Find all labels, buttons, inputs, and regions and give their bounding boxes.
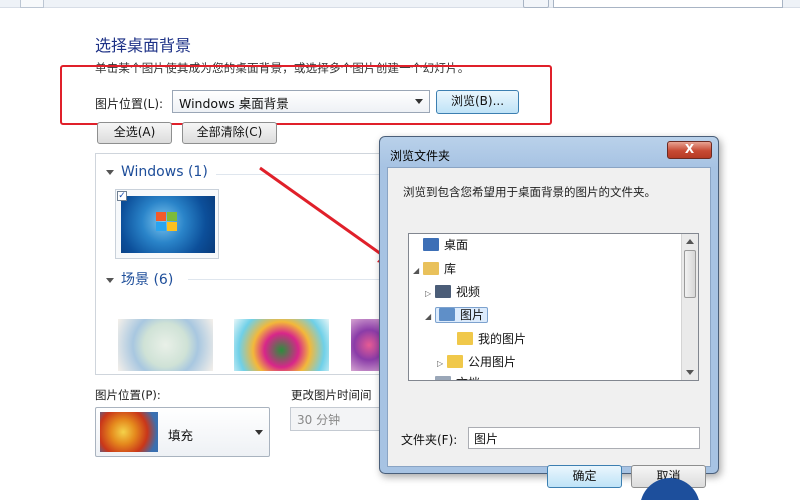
desktop-icon — [423, 238, 439, 251]
scroll-down-icon[interactable] — [686, 370, 694, 375]
tree-item-desktop[interactable]: 桌面 — [413, 235, 468, 255]
library-icon — [423, 262, 439, 275]
group-divider — [188, 279, 396, 280]
tree-item-pictures[interactable]: ◢ 图片 — [425, 305, 489, 327]
dialog-description: 浏览到包含您希望用于桌面背景的图片的文件夹。 — [403, 185, 656, 199]
page-title: 选择桌面背景 — [95, 36, 192, 55]
expanded-icon[interactable]: ◢ — [425, 307, 435, 327]
tree-item-label: 库 — [444, 262, 457, 276]
select-all-button[interactable]: 全选(A) — [97, 122, 172, 144]
interval-select[interactable]: 30 分钟 — [290, 407, 385, 431]
flower-preview-image — [100, 412, 158, 452]
expanded-icon[interactable]: ◢ — [413, 261, 423, 281]
video-icon — [435, 285, 451, 298]
scroll-up-icon[interactable] — [686, 239, 694, 244]
window-nav-back[interactable] — [20, 0, 44, 8]
wallpaper-thumbnail-windows[interactable]: ✓ — [115, 189, 219, 259]
pictures-icon — [439, 308, 455, 321]
tree-item-library[interactable]: ◢ 库 — [413, 259, 456, 279]
picture-position-select[interactable]: 填充 — [95, 407, 270, 457]
windows-wallpaper-image — [121, 196, 215, 253]
tree-item-documents[interactable]: 文档 — [425, 373, 480, 380]
tree-item-label: 视频 — [456, 285, 481, 299]
windows-logo-icon — [156, 212, 178, 232]
tree-item-label: 桌面 — [444, 238, 469, 252]
tree-item-label: 我的图片 — [478, 332, 527, 346]
collapse-icon — [106, 169, 114, 175]
group-header-scenes[interactable]: 场景 (6) — [106, 269, 173, 289]
search-input[interactable] — [553, 0, 783, 8]
thumbnail-checkbox[interactable]: ✓ — [117, 191, 127, 201]
tree-item-video[interactable]: ▷ 视频 — [425, 282, 480, 302]
interval-label: 更改图片时间间 — [291, 388, 372, 402]
group-label: 场景 (6) — [121, 272, 174, 288]
folder-tree[interactable]: 桌面 ◢库 ▷视频 ◢图片 我的图片 ▷公用图片 文档 — [408, 233, 699, 381]
position-label: 图片位置(P): — [95, 388, 161, 402]
wallpaper-thumbnail-scene[interactable] — [234, 319, 329, 371]
tree-item-label: 公用图片 — [468, 355, 517, 369]
clear-all-button[interactable]: 全部清除(C) — [182, 122, 277, 144]
scrollbar-thumb[interactable] — [684, 250, 696, 298]
picture-position-value: 填充 — [168, 428, 194, 443]
collapsed-icon[interactable]: ▷ — [425, 284, 435, 304]
dialog-body: 浏览到包含您希望用于桌面背景的图片的文件夹。 桌面 ◢ 库 ▷ 视频 ◢ 图片 我的图… — [387, 167, 711, 488]
tree-scrollbar[interactable] — [681, 234, 698, 380]
folder-icon — [447, 355, 463, 368]
tree-item-label: 图片 — [460, 308, 485, 322]
group-label: Windows (1) — [121, 164, 208, 180]
chevron-down-icon — [255, 430, 263, 435]
tree-item-my-pictures[interactable]: 我的图片 — [447, 329, 526, 349]
tree-item-label: 文档 — [456, 376, 480, 380]
collapse-icon — [106, 277, 114, 283]
folder-icon — [457, 332, 473, 345]
tree-item-public-pictures[interactable]: ▷ 公用图片 — [437, 352, 516, 372]
folder-input[interactable]: 图片 — [468, 427, 700, 449]
close-button[interactable]: X — [667, 141, 712, 159]
browse-folder-dialog: 浏览文件夹 X 浏览到包含您希望用于桌面背景的图片的文件夹。 桌面 ◢ 库 ▷ 视频… — [379, 136, 719, 488]
refresh-button[interactable] — [523, 0, 549, 8]
wallpaper-thumbnail-scene[interactable] — [118, 319, 213, 371]
highlight-box — [60, 65, 552, 125]
selected-highlight: 图片 — [435, 307, 489, 323]
collapsed-icon[interactable]: ▷ — [437, 354, 447, 374]
dialog-title: 浏览文件夹 — [390, 149, 451, 163]
folder-label: 文件夹(F): — [401, 433, 458, 447]
documents-icon — [435, 376, 451, 380]
window-top-strip — [0, 0, 800, 8]
group-header-windows[interactable]: Windows (1) — [106, 164, 208, 180]
ok-button[interactable]: 确定 — [547, 465, 622, 488]
